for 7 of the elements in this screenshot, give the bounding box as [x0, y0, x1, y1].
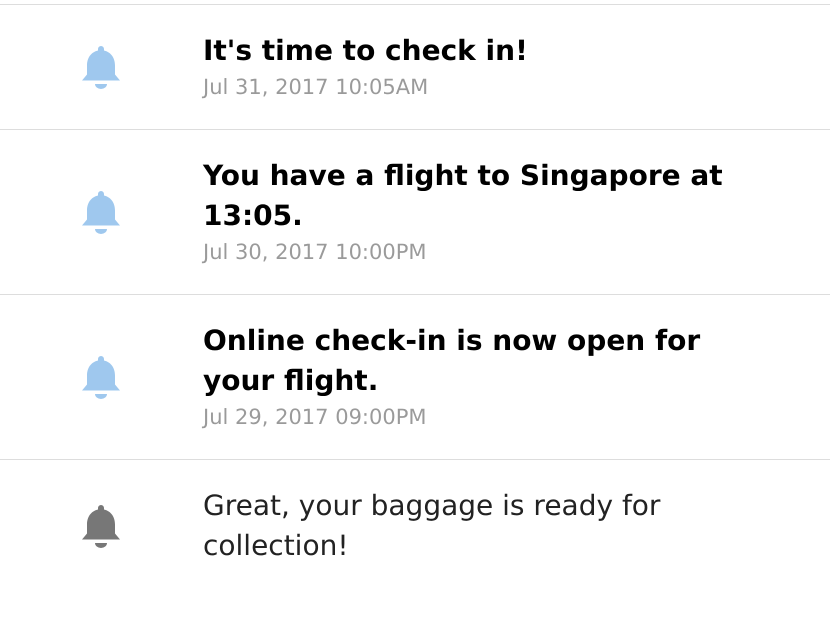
notification-title: It's time to check in! — [203, 33, 529, 69]
notification-time: Jul 29, 2017 09:00PM — [203, 404, 428, 431]
notification-title: Online check-in is now open for your flight. — [203, 323, 702, 399]
notification-time: Jul 31, 2017 10:05AM — [203, 74, 430, 101]
notification-title: You have a flight to Singapore at 13:05. — [203, 158, 724, 234]
notification-time: Jul 30, 2017 10:00PM — [203, 239, 428, 266]
notification-title: Great, your baggage is ready for collection! — [203, 488, 662, 564]
